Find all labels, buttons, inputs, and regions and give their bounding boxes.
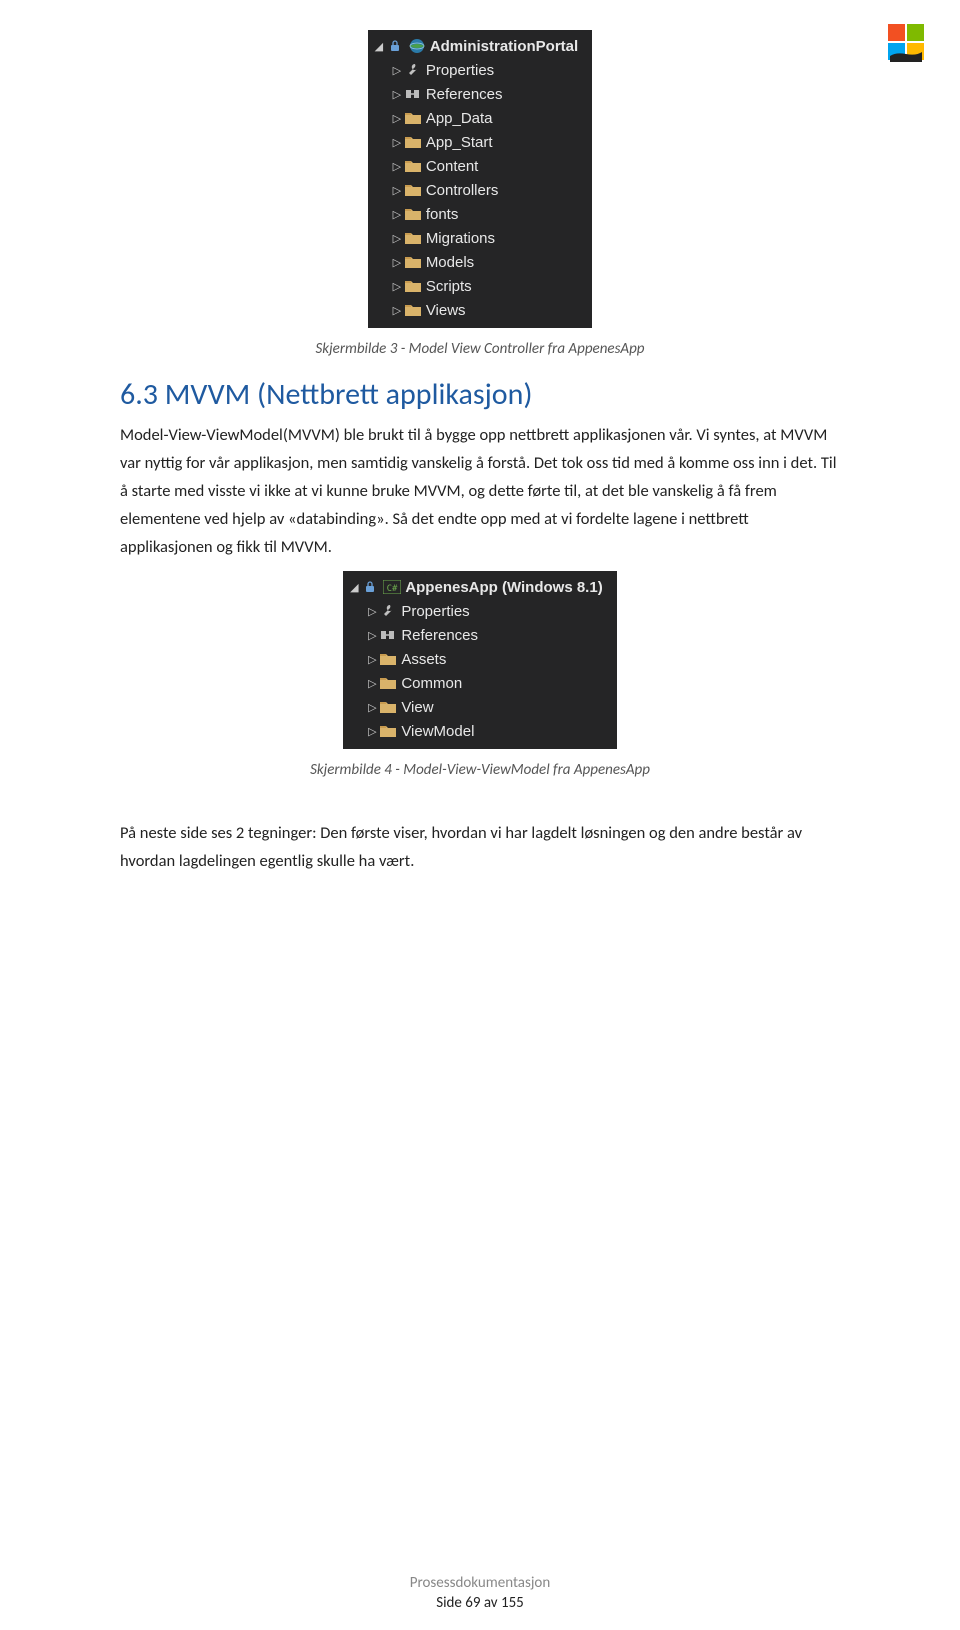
tree-root-label: AppenesApp (Windows 8.1) xyxy=(405,579,602,596)
tree-item-label: Assets xyxy=(401,651,446,668)
figure-caption-2: Skjermbilde 4 - Model-View-ViewModel fra… xyxy=(120,761,840,779)
tree-item-label: ViewModel xyxy=(401,723,474,740)
expand-arrow-icon[interactable]: ▷ xyxy=(365,653,379,666)
csharp-project-icon: C# xyxy=(383,580,401,594)
references-icon xyxy=(404,88,422,100)
tree-root-label: AdministrationPortal xyxy=(430,38,578,55)
tree-item[interactable]: ▷ ViewModel xyxy=(347,719,602,743)
tree-item-label: Migrations xyxy=(426,230,495,247)
expand-arrow-icon[interactable]: ▷ xyxy=(365,629,379,642)
tree-item[interactable]: ▷ Assets xyxy=(347,647,602,671)
lock-icon xyxy=(361,581,379,593)
tree-item[interactable]: ▷ Content xyxy=(372,154,578,178)
tree-item[interactable]: ▷ Models xyxy=(372,250,578,274)
globe-icon xyxy=(408,38,426,54)
expand-arrow-icon[interactable]: ▷ xyxy=(390,184,404,197)
folder-icon xyxy=(404,303,422,317)
document-page: ◢ AdministrationPortal ▷ Properties ▷ Referen… xyxy=(0,0,960,1630)
tree-item[interactable]: ▷ App_Start xyxy=(372,130,578,154)
expand-arrow-icon[interactable]: ◢ xyxy=(372,40,386,53)
folder-icon xyxy=(404,159,422,173)
page-footer: Prosessdokumentasjon Side 69 av 155 xyxy=(0,1574,960,1612)
tree-item-label: Controllers xyxy=(426,182,499,199)
footer-page-number: Side 69 av 155 xyxy=(0,1594,960,1612)
expand-arrow-icon[interactable]: ▷ xyxy=(390,280,404,293)
wrench-icon xyxy=(404,62,422,78)
expand-arrow-icon[interactable]: ▷ xyxy=(390,64,404,77)
folder-icon xyxy=(379,676,397,690)
solution-explorer-tree-2: ◢ C# AppenesApp (Windows 8.1) ▷ Properties ▷ R… xyxy=(343,571,616,749)
expand-arrow-icon[interactable]: ◢ xyxy=(347,581,361,594)
expand-arrow-icon[interactable]: ▷ xyxy=(390,88,404,101)
expand-arrow-icon[interactable]: ▷ xyxy=(390,112,404,125)
tree-root[interactable]: ◢ AdministrationPortal xyxy=(372,34,578,58)
tree-item-label: Common xyxy=(401,675,462,692)
tree-item-label: App_Start xyxy=(426,134,493,151)
tree-item-label: fonts xyxy=(426,206,459,223)
svg-text:C#: C# xyxy=(387,584,398,594)
folder-icon xyxy=(379,700,397,714)
tree-item[interactable]: ▷ References xyxy=(372,82,578,106)
folder-icon xyxy=(404,231,422,245)
expand-arrow-icon[interactable]: ▷ xyxy=(390,256,404,269)
folder-icon xyxy=(404,207,422,221)
tree-item-label: References xyxy=(426,86,503,103)
folder-icon xyxy=(379,652,397,666)
tree-item[interactable]: ▷ App_Data xyxy=(372,106,578,130)
body-paragraph-1: Model-View-ViewModel(MVVM) ble brukt til… xyxy=(120,421,840,561)
tree-item[interactable]: ▷ Properties xyxy=(347,599,602,623)
tree-item[interactable]: ▷ References xyxy=(347,623,602,647)
tree-item[interactable]: ▷ View xyxy=(347,695,602,719)
folder-icon xyxy=(404,255,422,269)
folder-icon xyxy=(404,279,422,293)
expand-arrow-icon[interactable]: ▷ xyxy=(390,232,404,245)
expand-arrow-icon[interactable]: ▷ xyxy=(365,677,379,690)
tree-item[interactable]: ▷ Views xyxy=(372,298,578,322)
folder-icon xyxy=(404,111,422,125)
windows-store-logo xyxy=(886,22,926,62)
lock-icon xyxy=(386,40,404,52)
tree-item-label: Scripts xyxy=(426,278,472,295)
tree-item[interactable]: ▷ Common xyxy=(347,671,602,695)
folder-icon xyxy=(379,724,397,738)
expand-arrow-icon[interactable]: ▷ xyxy=(390,208,404,221)
references-icon xyxy=(379,629,397,641)
section-heading: 6.3 MVVM (Nettbrett applikasjon) xyxy=(120,376,840,413)
tree-item[interactable]: ▷ Controllers xyxy=(372,178,578,202)
tree-root[interactable]: ◢ C# AppenesApp (Windows 8.1) xyxy=(347,575,602,599)
tree-item-label: Properties xyxy=(426,62,494,79)
figure-caption-1: Skjermbilde 3 - Model View Controller fr… xyxy=(120,340,840,358)
tree-item-label: View xyxy=(401,699,433,716)
footer-doc-title: Prosessdokumentasjon xyxy=(0,1574,960,1592)
expand-arrow-icon[interactable]: ▷ xyxy=(390,136,404,149)
folder-icon xyxy=(404,183,422,197)
body-paragraph-2: På neste side ses 2 tegninger: Den først… xyxy=(120,819,840,875)
folder-icon xyxy=(404,135,422,149)
expand-arrow-icon[interactable]: ▷ xyxy=(365,605,379,618)
tree-item-label: App_Data xyxy=(426,110,493,127)
tree-item[interactable]: ▷ fonts xyxy=(372,202,578,226)
tree-item-label: Content xyxy=(426,158,479,175)
tree-item-label: Models xyxy=(426,254,474,271)
expand-arrow-icon[interactable]: ▷ xyxy=(390,304,404,317)
tree-item-label: Views xyxy=(426,302,466,319)
expand-arrow-icon[interactable]: ▷ xyxy=(390,160,404,173)
tree-item-label: Properties xyxy=(401,603,469,620)
expand-arrow-icon[interactable]: ▷ xyxy=(365,725,379,738)
tree-item[interactable]: ▷ Scripts xyxy=(372,274,578,298)
tree-item[interactable]: ▷ Migrations xyxy=(372,226,578,250)
solution-explorer-tree-1: ◢ AdministrationPortal ▷ Properties ▷ Referen… xyxy=(368,30,592,328)
wrench-icon xyxy=(379,603,397,619)
tree-item[interactable]: ▷ Properties xyxy=(372,58,578,82)
tree-item-label: References xyxy=(401,627,478,644)
expand-arrow-icon[interactable]: ▷ xyxy=(365,701,379,714)
